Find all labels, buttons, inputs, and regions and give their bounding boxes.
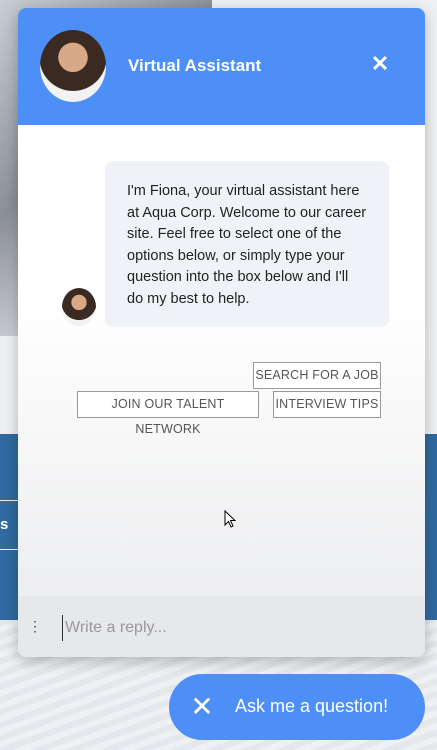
chat-title: Virtual Assistant	[128, 56, 262, 75]
close-icon[interactable]: ✕	[370, 53, 390, 75]
chat-widget: Virtual Assistant ✕ I'm Fiona, your virt…	[18, 8, 425, 657]
reply-input[interactable]	[62, 615, 407, 641]
launcher-close-icon: ✕	[190, 691, 214, 722]
message-avatar	[62, 288, 96, 326]
option-search-for-a-job[interactable]: SEARCH FOR A JOB	[253, 362, 381, 389]
reply-bar: ⋮	[18, 596, 425, 657]
assistant-avatar	[40, 30, 106, 102]
chat-header: Virtual Assistant ✕	[18, 8, 425, 125]
cursor-icon	[224, 510, 236, 528]
background-tab[interactable]: s	[0, 500, 19, 550]
ask-question-button[interactable]: ✕ Ask me a question!	[169, 674, 425, 740]
assistant-message: I'm Fiona, your virtual assistant here a…	[105, 161, 389, 327]
launcher-label: Ask me a question!	[235, 696, 389, 716]
menu-dots-icon[interactable]: ⋮	[28, 616, 42, 636]
message-text: I'm Fiona, your virtual assistant here a…	[127, 183, 367, 307]
option-interview-tips[interactable]: INTERVIEW TIPS	[273, 391, 381, 418]
option-join-talent-network[interactable]: JOIN OUR TALENT NETWORK	[77, 391, 259, 436]
